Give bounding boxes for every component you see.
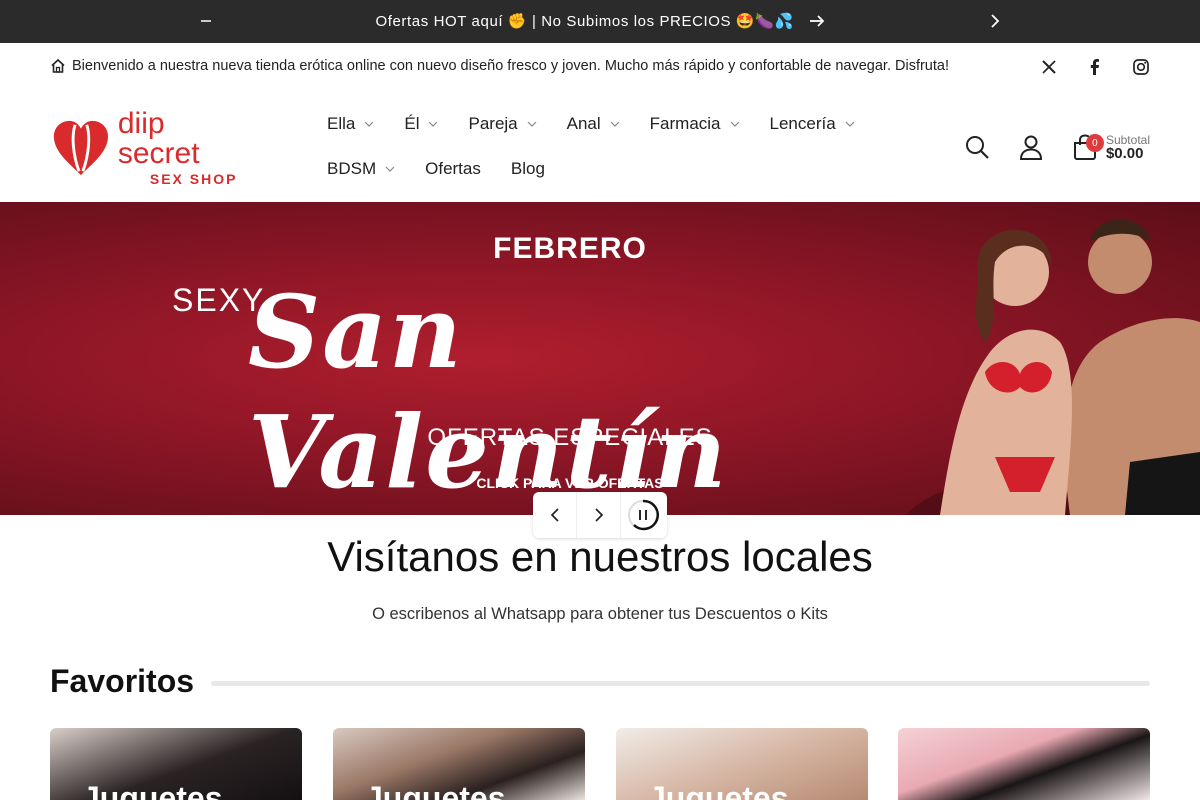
chevron-down-icon — [730, 121, 739, 127]
main-nav: Ella Él Pareja Anal Farmacia Lencería BD… — [327, 111, 887, 201]
category-card[interactable]: Juguetes — [50, 728, 302, 800]
card-label: Juguetes — [82, 780, 223, 800]
heart-logo-icon — [53, 120, 108, 176]
nav-label: Blog — [510, 159, 545, 178]
favorites-cards: Juguetes Juguetes Juguetes — [50, 728, 1150, 800]
welcome-bar: Bienvenido a nuestra nueva tienda erótic… — [50, 58, 949, 74]
category-card[interactable]: Juguetes — [616, 728, 868, 800]
card-label: Juguetes — [365, 780, 506, 800]
card-label: Juguetes — [648, 780, 789, 800]
announcement-text[interactable]: Ofertas HOT aquí ✊ | No Subimos los PREC… — [375, 13, 793, 30]
nav-item-pareja[interactable]: Pareja — [468, 111, 537, 137]
chevron-down-icon — [429, 121, 438, 127]
search-icon[interactable] — [964, 134, 990, 160]
chevron-down-icon — [845, 121, 855, 127]
nav-item-anal[interactable]: Anal — [567, 111, 620, 137]
home-icon — [51, 58, 65, 73]
nav-label: Ofertas — [425, 159, 481, 178]
announcement-bar: Ofertas HOT aquí ✊ | No Subimos los PREC… — [0, 0, 1200, 43]
pause-icon — [628, 499, 659, 531]
nav-item-ella[interactable]: Ella — [327, 111, 374, 137]
nav-label: Anal — [566, 114, 601, 133]
site-logo[interactable]: diip secret SEX SHOP — [50, 109, 250, 187]
nav-row-2: BDSM Ofertas Blog — [327, 156, 887, 182]
chevron-right-icon — [594, 508, 603, 522]
arrow-right-icon[interactable] — [809, 14, 825, 28]
logo-sub: SEX SHOP — [149, 171, 238, 187]
nav-label: BDSM — [327, 159, 377, 178]
nav-item-bdsm[interactable]: BDSM — [327, 156, 395, 182]
category-card[interactable] — [898, 728, 1150, 800]
chevron-right-icon[interactable] — [986, 12, 1004, 30]
user-icon[interactable] — [1018, 134, 1044, 160]
section-title: Visítanos en nuestros locales — [327, 533, 873, 580]
nav-label: Farmacia — [649, 114, 721, 133]
nav-label: Pareja — [468, 114, 518, 133]
nav-item-blog[interactable]: Blog — [511, 156, 545, 182]
slider-controls — [533, 492, 667, 538]
nav-item-farmacia[interactable]: Farmacia — [650, 111, 740, 137]
subtotal-value: $0.00 — [1105, 145, 1144, 162]
cart-button[interactable]: 0 — [1072, 134, 1104, 160]
nav-label: Él — [404, 114, 420, 133]
nav-item-lenceria[interactable]: Lencería — [770, 111, 855, 137]
chevron-down-icon — [610, 121, 620, 127]
nav-item-ofertas[interactable]: Ofertas — [425, 156, 481, 182]
chevron-down-icon — [364, 121, 374, 127]
welcome-text: Bienvenido a nuestra nueva tienda erótic… — [72, 58, 949, 74]
nav-label: Lencería — [769, 114, 836, 133]
header-tools: 0 Subtotal $0.00 — [964, 133, 1150, 161]
favorites-title: Favoritos — [50, 663, 195, 699]
nav-item-el[interactable]: Él — [404, 111, 438, 137]
nav-label: Ella — [327, 114, 356, 133]
x-icon[interactable] — [1040, 58, 1058, 76]
cart-subtotal[interactable]: Subtotal $0.00 — [1106, 133, 1150, 161]
hero-cta[interactable]: CLICK PARA VER OFERTAS — [0, 475, 1140, 491]
social-links — [1040, 58, 1150, 76]
chevron-down-icon — [385, 166, 395, 172]
slide-next-button[interactable] — [577, 492, 621, 538]
logo-name: diip secret — [117, 107, 200, 170]
instagram-icon[interactable] — [1132, 58, 1150, 76]
facebook-icon[interactable] — [1086, 58, 1104, 76]
section-subtitle: O escribenos al Whatsapp para obtener tu… — [372, 605, 828, 623]
cart-count-badge: 0 — [1085, 134, 1104, 152]
category-card[interactable]: Juguetes — [333, 728, 585, 800]
slide-prev-button[interactable] — [533, 492, 577, 538]
chevron-left-icon — [550, 508, 559, 522]
announcement-message[interactable]: Ofertas HOT aquí ✊ | No Subimos los PREC… — [0, 12, 1200, 30]
hero-top-text: FEBRERO — [493, 232, 647, 265]
divider — [211, 681, 1150, 686]
hero-banner[interactable]: FEBRERO SEXY San Valentín OFERTAS ESPECI… — [0, 202, 1200, 515]
slide-pause-button[interactable] — [621, 492, 665, 538]
nav-row-1: Ella Él Pareja Anal Farmacia Lencería — [327, 111, 887, 137]
hero-subtitle: OFERTAS ESPECIALES — [427, 424, 713, 451]
chevron-down-icon — [527, 121, 537, 127]
